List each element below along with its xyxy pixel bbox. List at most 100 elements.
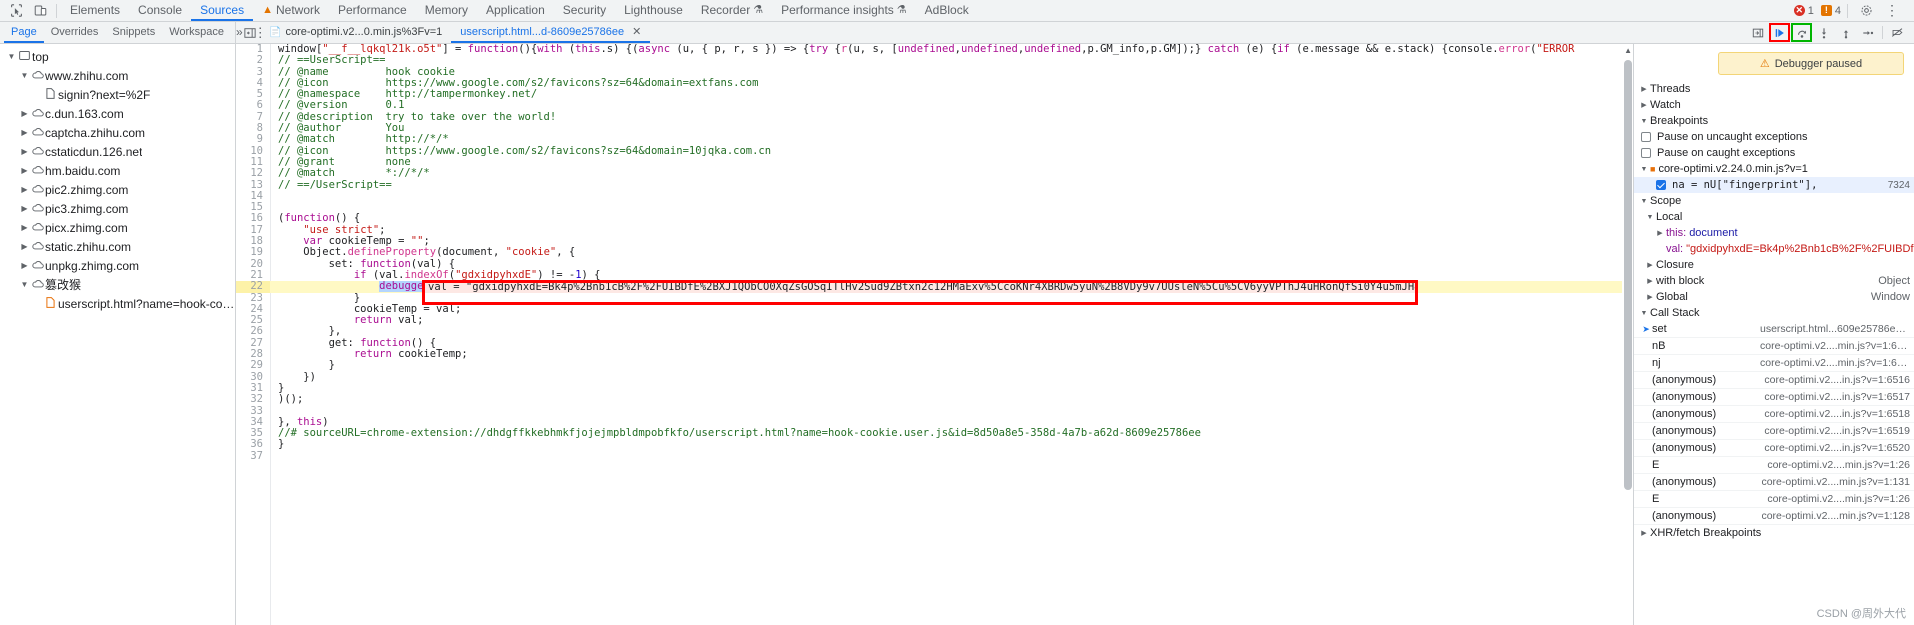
pause-on-exceptions-panel-icon[interactable] [1747,23,1768,42]
tree-item-captcha-zhihu-com[interactable]: ▶ captcha.zhihu.com [0,123,235,142]
line-number[interactable]: 37 [236,450,270,462]
line-number[interactable]: 12 [236,167,270,179]
scope-group-closure[interactable]: ▶ Closure [1634,257,1914,273]
scope-entry-this[interactable]: ▶ this: document [1634,225,1914,241]
code-line[interactable]: 10// @icon https://www.google.com/s2/fav… [236,145,1633,157]
line-number[interactable]: 4 [236,77,270,89]
scope-group-global[interactable]: ▶ Global Window [1634,289,1914,305]
code-line[interactable]: 37 [236,450,1633,462]
code-line[interactable]: 16 (function() { [236,213,1633,225]
tree-item-cstaticdun-126-net[interactable]: ▶ cstaticdun.126.net [0,142,235,161]
code-line[interactable]: 18 var cookieTemp = ""; [236,235,1633,247]
line-number[interactable]: 9 [236,134,270,146]
chevron-right-icon[interactable]: ▶ [19,185,30,194]
tree-item-pic2-zhimg-com[interactable]: ▶ pic2.zhimg.com [0,180,235,199]
tab-network[interactable]: ▲ Network [253,0,329,21]
call-stack-frame[interactable]: (anonymous) core-optimi.v2....min.js?v=1:… [1634,508,1914,525]
tree-item-top[interactable]: ▼ top [0,47,235,66]
code-line[interactable]: 30 }) [236,371,1633,383]
show-navigator-icon[interactable] [240,23,260,43]
tab-adblock[interactable]: AdBlock [916,0,978,21]
code-line[interactable]: 8 // @author You [236,122,1633,134]
section-watch[interactable]: ▶ Watch [1634,97,1914,113]
chevron-right-icon[interactable]: ▶ [19,147,30,156]
tab-sources[interactable]: Sources [191,0,253,21]
line-number[interactable]: 8 [236,122,270,134]
chevron-right-icon[interactable]: ▶ [19,166,30,175]
call-stack-frame[interactable]: (anonymous) core-optimi.v2....min.js?v=1:… [1634,474,1914,491]
tree-item-pic3-zhimg-com[interactable]: ▶ pic3.zhimg.com [0,199,235,218]
pause-uncaught-exceptions-row[interactable]: Pause on uncaught exceptions [1634,129,1914,145]
line-number[interactable]: 29 [236,360,270,372]
deactivate-breakpoints-button[interactable] [1887,23,1908,42]
code-line[interactable]: 28 return cookieTemp; [236,348,1633,360]
editor-scroll-thumb[interactable] [1624,60,1632,490]
tree-item-signin-next-2f[interactable]: signin?next=%2F [0,85,235,104]
code-line[interactable]: 9 // @match http://*/* [236,134,1633,146]
tree-item-unpkg-zhimg-com[interactable]: ▶ unpkg.zhimg.com [0,256,235,275]
call-stack-frame[interactable]: (anonymous) core-optimi.v2....in.js?v=1:6… [1634,406,1914,423]
file-tab-userscript[interactable]: userscript.html...d-8609e25786ee ✕ [451,22,650,43]
tab-performance-insights[interactable]: Performance insights ⚗ [772,0,916,21]
chevron-right-icon[interactable]: ▶ [19,223,30,232]
tree-item-c-dun-163-com[interactable]: ▶ c.dun.163.com [0,104,235,123]
code-line[interactable]: 23 } [236,292,1633,304]
close-icon[interactable]: ✕ [632,22,641,43]
scroll-up-icon[interactable]: ▲ [1624,46,1632,55]
line-number[interactable]: 19 [236,247,270,259]
code-line[interactable]: 31} [236,382,1633,394]
chevron-right-icon[interactable]: ▶ [19,109,30,118]
code-line[interactable]: 21 if (val.indexOf("gdxidpyhxdE") != -1)… [236,269,1633,281]
tab-performance[interactable]: Performance [329,0,416,21]
nav-tab-overrides[interactable]: Overrides [44,22,106,43]
code-line[interactable]: 15 [236,201,1633,213]
code-line[interactable]: 20 set: function(val) { [236,258,1633,270]
code-line[interactable]: 11// @grant none [236,156,1633,168]
chevron-right-icon[interactable]: ▶ [19,128,30,137]
tab-elements[interactable]: Elements [61,0,129,21]
call-stack-frame[interactable]: (anonymous) core-optimi.v2....in.js?v=1:6… [1634,372,1914,389]
code-line[interactable]: 4 // @icon https://www.google.com/s2/favi… [236,77,1633,89]
scope-group-local[interactable]: ▼ Local [1634,209,1914,225]
line-number[interactable]: 3 [236,66,270,78]
code-line[interactable]: 36} [236,439,1633,451]
code-line[interactable]: 12 // @match *://*/* [236,167,1633,179]
error-count-badge[interactable]: ✕ 1 [1793,5,1814,17]
tree-item-hm-baidu-com[interactable]: ▶ hm.baidu.com [0,161,235,180]
code-line[interactable]: 7 // @description try to take over the wo… [236,111,1633,123]
call-stack-frame[interactable]: (anonymous) core-optimi.v2....in.js?v=1:6… [1634,389,1914,406]
breakpoint-entry[interactable]: na = nU["fingerprint"], 7324 [1634,177,1914,193]
nav-tab-page[interactable]: Page [4,22,44,43]
code-line[interactable]: 25 return val; [236,314,1633,326]
code-line[interactable]: 1 window["__f__lqkql21k.o5t"] = function(… [236,44,1633,55]
section-call-stack[interactable]: ▼ Call Stack [1634,305,1914,321]
tree-item-www-zhihu-com[interactable]: ▼ www.zhihu.com [0,66,235,85]
call-stack-frame[interactable]: Ecore-optimi.v2....min.js?v=1:26 [1634,491,1914,508]
line-number[interactable]: 22 [236,280,270,293]
call-stack-frame[interactable]: nj core-optimi.v2....min.js?v=1:6461 [1634,355,1914,372]
call-stack-frame[interactable]: (anonymous) core-optimi.v2....in.js?v=1:6… [1634,423,1914,440]
line-number[interactable]: 32 [236,393,270,405]
code-line[interactable]: 33 [236,405,1633,417]
code-line[interactable]: 5 // @namespace http://tampermonkey.net/ [236,88,1633,100]
code-line[interactable]: 27 get: function() { [236,337,1633,349]
resume-script-execution-button[interactable] [1769,23,1790,42]
step-over-next-function-call-button[interactable] [1791,23,1812,42]
chevron-right-icon[interactable]: ▶ [19,242,30,251]
pause-caught-exceptions-row[interactable]: Pause on caught exceptions [1634,145,1914,161]
breakpoint-checkbox[interactable] [1656,180,1666,190]
code-line[interactable]: 17 "use strict"; [236,224,1633,236]
warning-count-badge[interactable]: ! 4 [1820,5,1841,17]
step-button[interactable] [1857,23,1878,42]
tab-lighthouse[interactable]: Lighthouse [615,0,692,21]
chevron-right-icon[interactable]: ▶ [19,204,30,213]
inspect-element-icon[interactable] [4,1,28,21]
scope-group-with-block[interactable]: ▶ with block Object [1634,273,1914,289]
kebab-menu-icon[interactable]: ⋮ [1880,1,1904,21]
checkbox[interactable] [1641,148,1651,158]
tab-memory[interactable]: Memory [416,0,477,21]
code-line[interactable]: 3 // @name hook cookie [236,66,1633,78]
chevron-right-icon[interactable]: ▶ [19,261,30,270]
tab-console[interactable]: Console [129,0,191,21]
call-stack-frame[interactable]: Ecore-optimi.v2....min.js?v=1:26 [1634,457,1914,474]
